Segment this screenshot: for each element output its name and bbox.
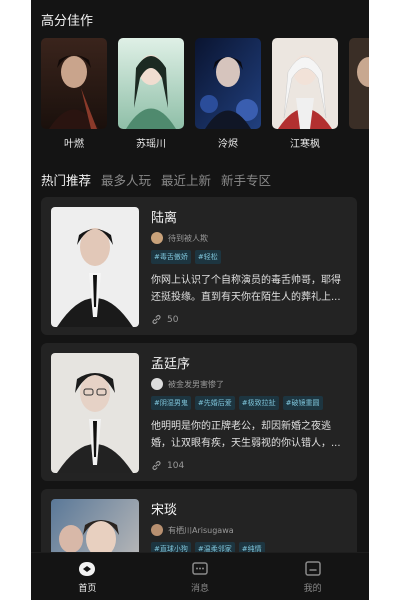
tag-list: #毒舌傲娇 #轻松 <box>151 250 347 264</box>
nav-profile[interactable]: 我的 <box>283 560 343 594</box>
character-card[interactable]: 孟廷序 被金发男害惨了 #阴湿男鬼 #先婚后爱 #极致拉扯 #破镜重圆 他明明是… <box>41 343 357 481</box>
character-name: 陆离 <box>151 211 178 226</box>
character-portrait <box>51 353 139 473</box>
play-count: 50 <box>151 314 347 325</box>
app-screen: 高分佳作 叶燃 苏瑶川 泠烬 江寒枫 热门推荐 最多人玩 最近上新 新手专区 陆… <box>31 0 369 600</box>
author-name: 待到被人欺 <box>168 233 208 243</box>
tab-beginner[interactable]: 新手专区 <box>221 170 271 189</box>
featured-item[interactable]: 江寒枫 <box>272 38 338 148</box>
author-avatar <box>151 524 163 536</box>
link-icon <box>152 315 161 324</box>
featured-item[interactable] <box>349 38 369 148</box>
bottom-nav: 首页 消息 我的 <box>31 552 369 600</box>
home-icon <box>79 561 96 576</box>
play-count-value: 104 <box>167 460 185 471</box>
nav-label: 我的 <box>303 583 322 594</box>
featured-list: 叶燃 苏瑶川 泠烬 江寒枫 <box>41 38 369 148</box>
link-icon <box>152 461 161 470</box>
author-row[interactable]: 有栖川Arisugawa <box>151 524 347 536</box>
featured-item[interactable]: 叶燃 <box>41 38 107 148</box>
nav-home[interactable]: 首页 <box>57 560 117 594</box>
category-tabs: 热门推荐 最多人玩 最近上新 新手专区 <box>41 170 271 189</box>
tab-most-played[interactable]: 最多人玩 <box>101 170 151 189</box>
character-portrait <box>195 38 261 129</box>
play-count: 104 <box>151 460 347 471</box>
author-avatar <box>151 378 163 390</box>
character-portrait <box>41 38 107 129</box>
card-body: 宋琰 有栖川Arisugawa #直球小狗 #温柔邻家 #纯情 <box>151 499 347 556</box>
featured-item[interactable]: 泠烬 <box>195 38 261 148</box>
featured-name: 泠烬 <box>218 139 238 148</box>
author-name: 有栖川Arisugawa <box>168 525 234 535</box>
character-portrait <box>51 207 139 327</box>
featured-name: 叶燃 <box>64 139 84 148</box>
tag[interactable]: #破镜重圆 <box>282 396 323 410</box>
nav-label: 消息 <box>190 583 209 594</box>
author-row[interactable]: 被金发男害惨了 <box>151 378 347 390</box>
tab-hot[interactable]: 热门推荐 <box>41 170 91 189</box>
message-icon <box>192 561 208 575</box>
author-avatar <box>151 232 163 244</box>
tag[interactable]: #轻松 <box>194 250 221 264</box>
character-name: 宋琰 <box>151 503 178 518</box>
featured-name: 苏瑶川 <box>136 139 166 148</box>
character-name: 孟廷序 <box>151 357 191 372</box>
section-title-featured: 高分佳作 <box>41 14 94 29</box>
tag[interactable]: #极致拉扯 <box>238 396 279 410</box>
card-body: 孟廷序 被金发男害惨了 #阴湿男鬼 #先婚后爱 #极致拉扯 #破镜重圆 他明明是… <box>151 353 347 471</box>
character-portrait <box>118 38 184 129</box>
profile-icon <box>304 560 321 576</box>
author-row[interactable]: 待到被人欺 <box>151 232 347 244</box>
character-card[interactable]: 陆离 待到被人欺 #毒舌傲娇 #轻松 你网上认识了个自称演员的毒舌帅哥，耶得还挺… <box>41 197 357 335</box>
nav-label: 首页 <box>78 583 97 594</box>
tag[interactable]: #先婚后爱 <box>194 396 235 410</box>
tab-newest[interactable]: 最近上新 <box>161 170 211 189</box>
character-description: 他明明是你的正牌老公，却因新婚之夜逃婚，让双眼有疾，天生弱视的你认错人，... <box>151 421 341 449</box>
character-portrait <box>272 38 338 129</box>
author-name: 被金发男害惨了 <box>168 379 224 389</box>
tag[interactable]: #阴湿男鬼 <box>151 396 191 410</box>
featured-item[interactable]: 苏瑶川 <box>118 38 184 148</box>
tag[interactable]: #毒舌傲娇 <box>151 250 191 264</box>
character-description: 你网上认识了个自称演员的毒舌帅哥，耶得还挺投缘。直到有天你在陌生人的葬礼上... <box>151 275 341 303</box>
card-body: 陆离 待到被人欺 #毒舌傲娇 #轻松 你网上认识了个自称演员的毒舌帅哥，耶得还挺… <box>151 207 347 325</box>
play-count-value: 50 <box>167 314 179 325</box>
tag-list: #阴湿男鬼 #先婚后爱 #极致拉扯 #破镜重圆 <box>151 396 347 410</box>
character-portrait <box>349 38 369 129</box>
featured-name: 江寒枫 <box>290 139 320 148</box>
nav-messages[interactable]: 消息 <box>170 560 230 594</box>
